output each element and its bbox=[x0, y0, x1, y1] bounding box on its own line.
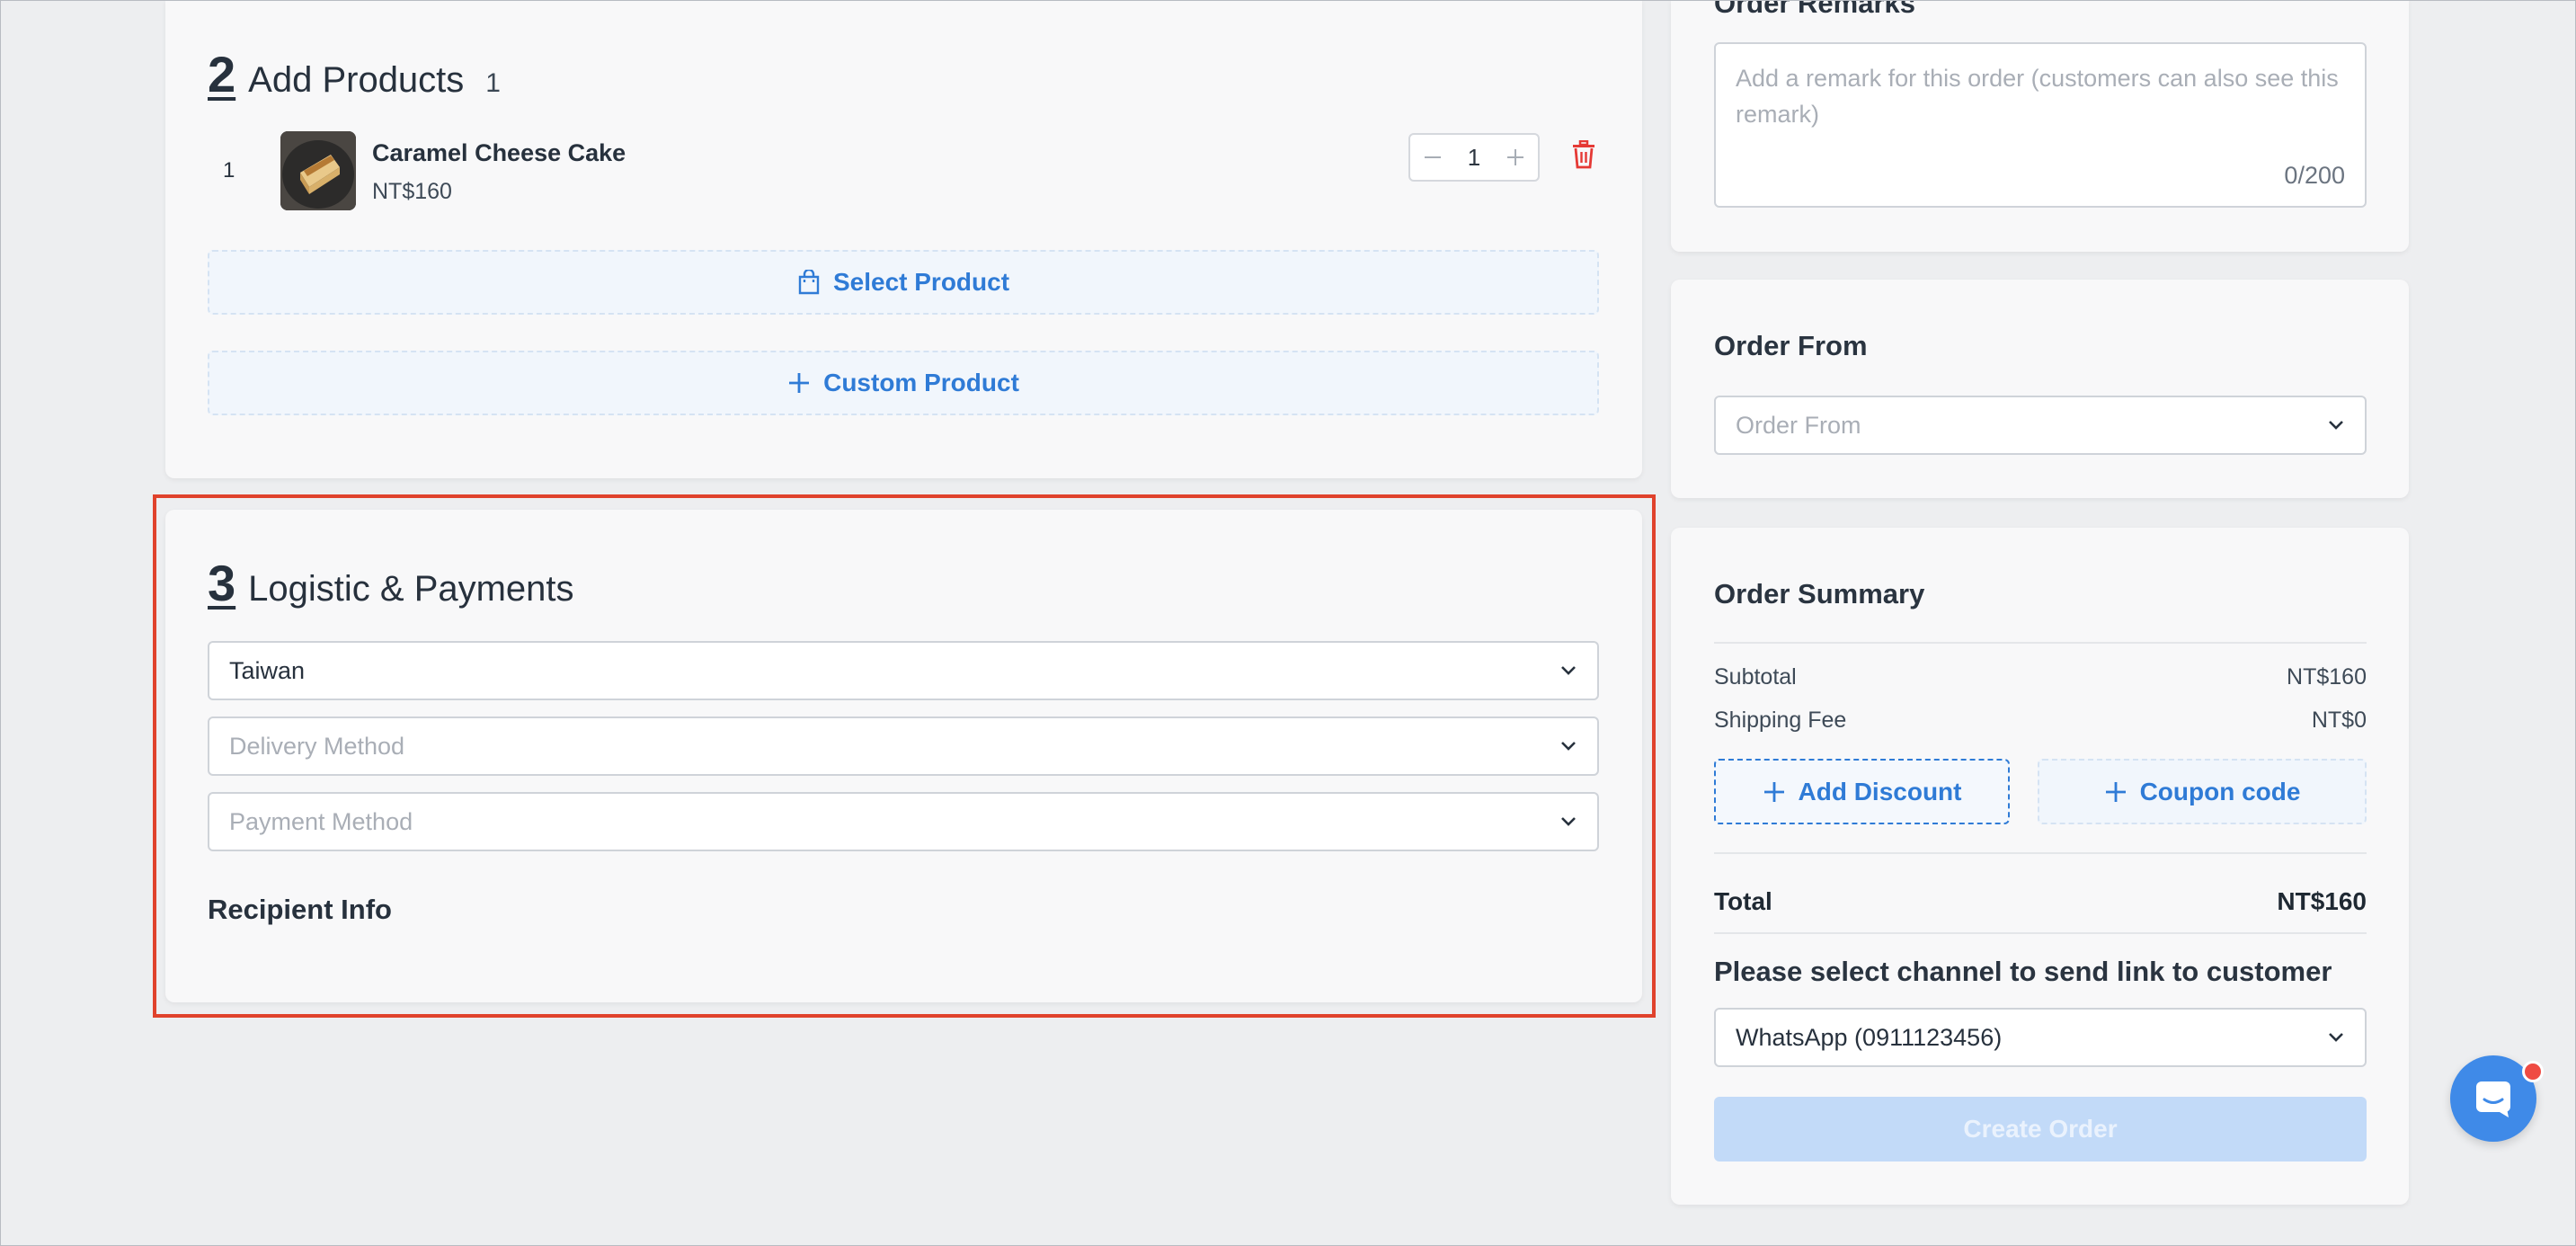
channel-select[interactable]: WhatsApp (0911123456) bbox=[1714, 1008, 2367, 1067]
shopping-bag-icon bbox=[798, 270, 820, 295]
subtotal-value: NT$160 bbox=[2287, 664, 2367, 690]
quantity-value[interactable]: 1 bbox=[1468, 144, 1480, 172]
minus-icon[interactable] bbox=[1423, 141, 1443, 174]
chat-icon bbox=[2476, 1081, 2510, 1117]
divider bbox=[1714, 852, 2367, 854]
trash-icon[interactable] bbox=[1571, 139, 1596, 174]
plus-icon bbox=[1763, 781, 1784, 802]
subtotal-label: Subtotal bbox=[1714, 664, 1797, 690]
plus-icon bbox=[789, 373, 810, 393]
order-from-card bbox=[1671, 280, 2409, 498]
plus-icon[interactable] bbox=[1506, 141, 1525, 174]
order-summary-title: Order Summary bbox=[1714, 578, 1925, 610]
create-order-label: Create Order bbox=[1963, 1115, 2118, 1143]
shipping-fee-label: Shipping Fee bbox=[1714, 708, 1847, 733]
coupon-code-button[interactable]: Coupon code bbox=[2038, 759, 2367, 824]
section-title: Add Products bbox=[248, 60, 465, 100]
chevron-down-icon bbox=[2329, 421, 2343, 430]
total-value: NT$160 bbox=[2277, 887, 2367, 915]
add-products-heading: 2 Add Products 1 bbox=[208, 45, 501, 103]
channel-prompt: Please select channel to send link to cu… bbox=[1714, 956, 2332, 987]
custom-product-label: Custom Product bbox=[823, 369, 1019, 396]
coupon-code-label: Coupon code bbox=[2139, 777, 2301, 805]
order-remarks-label: Order Remarks bbox=[1714, 0, 1916, 19]
quantity-stepper: 1 bbox=[1408, 133, 1540, 182]
channel-value: WhatsApp (0911123456) bbox=[1736, 1023, 2003, 1051]
order-remarks-placeholder: Add a remark for this order (customers c… bbox=[1736, 65, 2339, 128]
product-name: Caramel Cheese Cake bbox=[372, 139, 626, 166]
product-count: 1 bbox=[485, 68, 501, 98]
order-from-label: Order From bbox=[1714, 330, 1868, 361]
product-index: 1 bbox=[223, 158, 235, 182]
add-discount-button[interactable]: Add Discount bbox=[1714, 759, 2010, 824]
shipping-fee-value: NT$0 bbox=[2311, 708, 2367, 733]
select-product-button[interactable]: Select Product bbox=[208, 250, 1599, 315]
chevron-down-icon bbox=[2329, 1033, 2343, 1042]
create-order-button[interactable]: Create Order bbox=[1714, 1097, 2367, 1161]
select-product-label: Select Product bbox=[832, 268, 1010, 296]
order-remarks-textarea[interactable]: Add a remark for this order (customers c… bbox=[1714, 42, 2367, 208]
remarks-char-counter: 0/200 bbox=[2284, 162, 2345, 189]
total-label: Total bbox=[1714, 887, 1772, 915]
add-discount-label: Add Discount bbox=[1798, 777, 1962, 805]
highlight-box bbox=[153, 494, 1656, 1018]
notification-badge bbox=[2522, 1061, 2544, 1082]
custom-product-button[interactable]: Custom Product bbox=[208, 351, 1599, 415]
product-price: NT$160 bbox=[372, 179, 452, 204]
order-from-select[interactable]: Order From bbox=[1714, 396, 2367, 455]
plus-icon bbox=[2105, 781, 2126, 802]
order-from-placeholder: Order From bbox=[1736, 411, 1861, 439]
divider bbox=[1714, 932, 2367, 934]
section-number: 2 bbox=[208, 46, 236, 102]
divider bbox=[1714, 642, 2367, 644]
product-thumbnail bbox=[280, 131, 356, 210]
